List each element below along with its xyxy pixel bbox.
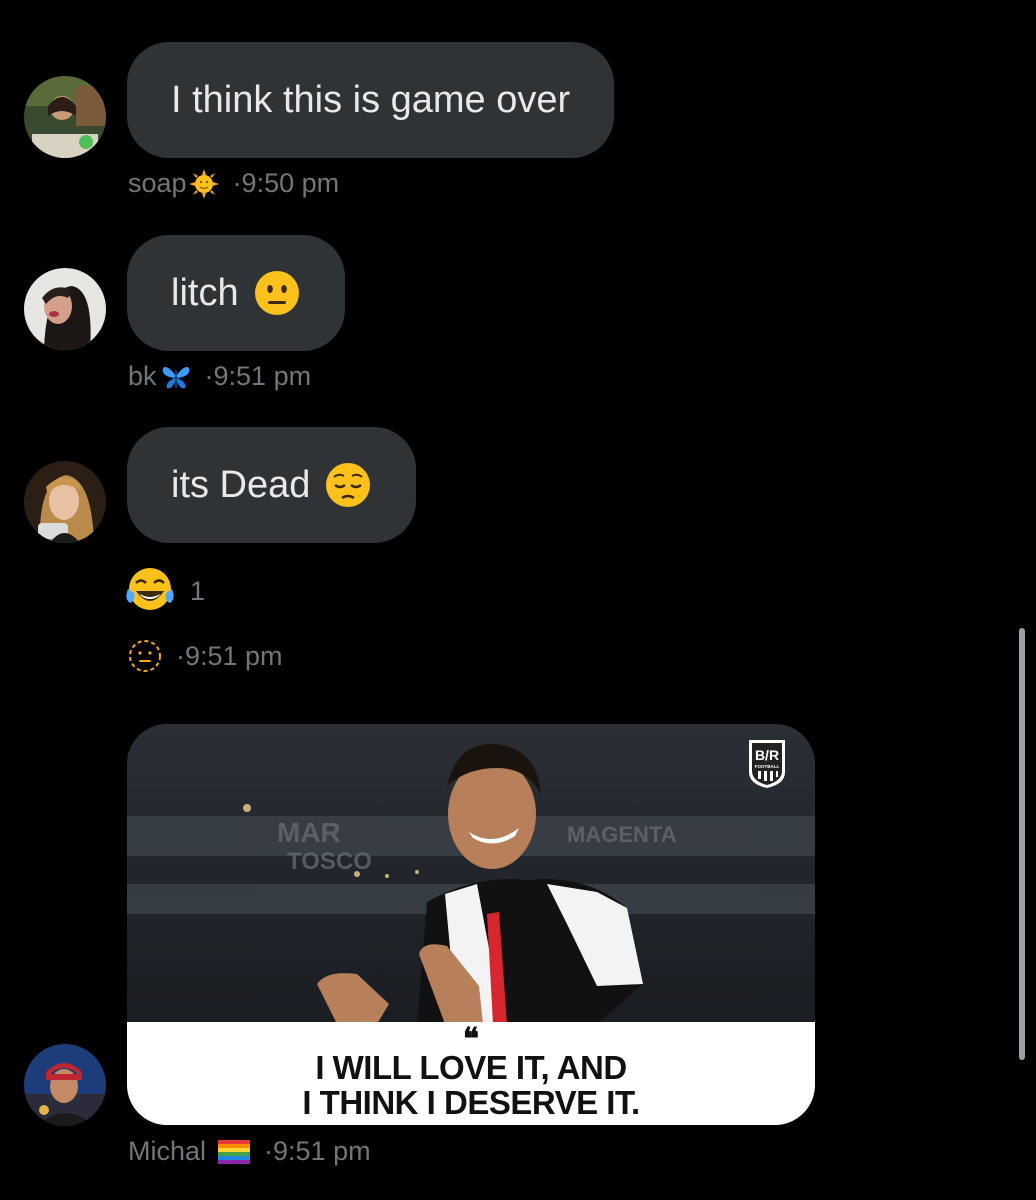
message-bubble[interactable]: I think this is game over (127, 42, 615, 158)
neutral-face-icon (253, 269, 301, 317)
message-bubble[interactable]: litch (127, 235, 345, 351)
tears-of-joy-icon (124, 565, 176, 617)
bleacher-report-logo: B/R FOOTBALL (747, 738, 787, 790)
message-meta: soap ·9:50 pm (128, 168, 339, 199)
message-time: ·9:51 pm (264, 1136, 371, 1166)
sender-name: bk (128, 361, 157, 391)
media-caption: ❝ I WILL LOVE IT, AND I THINK I DESERVE … (127, 1022, 815, 1125)
caption-line-1: I WILL LOVE IT, AND (315, 1049, 627, 1086)
add-reaction-icon[interactable] (128, 639, 162, 673)
sender-name: soap (128, 168, 187, 198)
message-meta: bk ·9:51 pm (128, 361, 311, 392)
media-attachment[interactable]: MAR TOSCO MAGENTA B/R FOOTBALL ❝ I WILL … (127, 724, 815, 1125)
sender-avatar[interactable] (24, 461, 106, 543)
pensive-face-icon (324, 461, 372, 509)
quote-mark: ❝ (462, 1023, 480, 1056)
message-time: ·9:51 pm (176, 640, 283, 671)
message-meta: Michal ·9:51 pm (128, 1136, 371, 1167)
butterfly-icon (161, 362, 191, 392)
svg-text:FOOTBALL: FOOTBALL (755, 764, 780, 769)
sender-avatar-bk[interactable] (24, 268, 106, 350)
dm-conversation: I think this is game over soap ·9:50 pm (0, 0, 1036, 1200)
scrollbar[interactable] (1019, 628, 1025, 1060)
sender-name: Michal (128, 1136, 207, 1166)
message-text: I think this is game over (171, 78, 571, 121)
message-meta: ·9:51 pm (128, 639, 283, 673)
message-text: its Dead (171, 463, 311, 506)
svg-text:MAR: MAR (277, 817, 341, 848)
sender-avatar-soap[interactable] (24, 76, 106, 158)
message-bubble[interactable]: its Dead (127, 427, 417, 543)
caption-line-2: I THINK I DESERVE IT. (302, 1084, 640, 1121)
media-image: MAR TOSCO MAGENTA (127, 724, 815, 1024)
svg-text:TOSCO: TOSCO (287, 848, 372, 875)
svg-text:MAGENTA: MAGENTA (567, 822, 677, 847)
sun-face-icon (188, 168, 219, 199)
rainbow-flag-icon (218, 1139, 251, 1164)
sender-avatar-michal[interactable] (24, 1044, 106, 1126)
reaction-count: 1 (190, 575, 206, 606)
message-time: ·9:50 pm (232, 168, 340, 198)
svg-text:B/R: B/R (755, 747, 779, 763)
message-reaction[interactable]: 1 (124, 565, 205, 617)
message-time: ·9:51 pm (204, 361, 312, 391)
message-text: litch (171, 271, 239, 314)
